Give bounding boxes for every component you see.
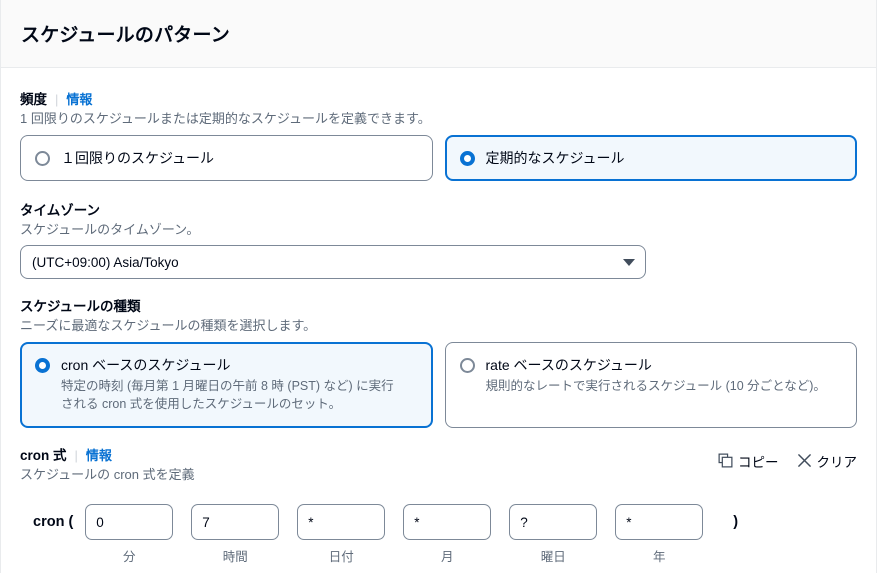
cron-field-year: 年: [615, 504, 704, 565]
cron-input-month[interactable]: [403, 504, 492, 541]
radio-icon-selected: [459, 150, 475, 166]
frequency-label-row: 頻度 | 情報: [20, 88, 857, 108]
cron-sublabel-year: 年: [653, 550, 666, 565]
frequency-info-link[interactable]: 情報: [66, 89, 92, 108]
schedule-type-section: スケジュールの種類 ニーズに最適なスケジュールの種類を選択します。 cron ベ…: [20, 295, 857, 428]
schedule-type-option-rate[interactable]: rate ベースのスケジュール 規則的なレートで実行されるスケジュール (10 …: [444, 341, 857, 428]
schedule-type-option-title: cron ベースのスケジュール: [61, 356, 231, 373]
schedule-type-option-cron[interactable]: cron ベースのスケジュール 特定の時刻 (毎月第 1 月曜日の午前 8 時 …: [20, 341, 433, 428]
frequency-label: 頻度: [20, 92, 47, 107]
cron-field-minute: 分: [85, 504, 174, 565]
copy-button-label: コピー: [738, 454, 779, 470]
cron-sublabel-day-of-week: 曜日: [540, 550, 566, 565]
cron-field-day-of-month: 日付: [297, 504, 386, 565]
close-icon: [797, 453, 812, 468]
cron-sublabel-month: 月: [441, 550, 454, 565]
cron-actions: コピー クリア: [718, 444, 857, 471]
cron-sublabel-minute: 分: [123, 550, 136, 565]
label-separator: |: [55, 92, 59, 107]
cron-field-day-of-week: 曜日: [509, 504, 598, 565]
copy-button[interactable]: コピー: [718, 451, 779, 471]
cron-input-hour[interactable]: [191, 504, 280, 541]
schedule-type-label-row: スケジュールの種類: [20, 295, 857, 315]
cron-header-row: cron 式 | 情報 スケジュールの cron 式を定義 コピー クリア: [20, 444, 857, 491]
cron-label-row: cron 式 | 情報: [20, 444, 195, 464]
frequency-options: １回限りのスケジュール 定期的なスケジュール: [20, 134, 857, 181]
timezone-selected-value: (UTC+09:00) Asia/Tokyo: [32, 254, 179, 270]
schedule-pattern-panel: スケジュールのパターン 頻度 | 情報 1 回限りのスケジュールまたは定期的なス…: [0, 0, 877, 573]
schedule-type-label: スケジュールの種類: [20, 299, 141, 315]
cron-fields-row: cron ( 分 時間 日付 月: [20, 504, 857, 565]
cron-expression-section: cron 式 | 情報 スケジュールの cron 式を定義 コピー クリア cr…: [20, 444, 857, 566]
timezone-label: タイムゾーン: [20, 202, 101, 218]
clear-button-label: クリア: [816, 454, 858, 470]
cron-input-minute[interactable]: [85, 504, 174, 541]
schedule-type-option-title: rate ベースのスケジュール: [485, 356, 652, 373]
cron-description: スケジュールの cron 式を定義: [20, 466, 195, 482]
cron-label: cron 式: [20, 447, 67, 463]
frequency-description: 1 回限りのスケジュールまたは定期的なスケジュールを定義できます。: [20, 111, 431, 126]
frequency-option-label: １回限りのスケジュール: [61, 149, 215, 166]
schedule-type-option-description: 規則的なレートで実行されるスケジュール (10 分ごとなど)。: [485, 379, 826, 394]
radio-icon-selected: [35, 357, 50, 373]
schedule-type-option-description: 特定の時刻 (毎月第 1 月曜日の午前 8 時 (PST) など) に実行される…: [61, 379, 394, 412]
timezone-label-row: タイムゾーン: [20, 199, 857, 219]
label-separator: |: [74, 447, 78, 463]
frequency-option-one-time[interactable]: １回限りのスケジュール: [20, 134, 433, 181]
panel-header: スケジュールのパターン: [1, 0, 876, 68]
schedule-type-options: cron ベースのスケジュール 特定の時刻 (毎月第 1 月曜日の午前 8 時 …: [20, 341, 857, 428]
frequency-option-recurring[interactable]: 定期的なスケジュール: [444, 134, 857, 181]
copy-icon: [718, 453, 733, 468]
schedule-type-description: ニーズに最適なスケジュールの種類を選択します。: [20, 318, 317, 334]
cron-prefix: cron (: [33, 514, 74, 531]
radio-icon: [35, 150, 50, 166]
clear-button[interactable]: クリア: [797, 451, 858, 471]
frequency-option-label: 定期的なスケジュール: [485, 149, 625, 166]
radio-icon: [459, 357, 475, 373]
panel-body: 頻度 | 情報 1 回限りのスケジュールまたは定期的なスケジュールを定義できます…: [1, 68, 876, 565]
cron-input-day-of-week[interactable]: [509, 504, 598, 541]
cron-sublabel-day-of-month: 日付: [328, 550, 354, 565]
cron-input-year[interactable]: [615, 504, 704, 541]
cron-field-month: 月: [403, 504, 492, 565]
timezone-section: タイムゾーン スケジュールのタイムゾーン。 (UTC+09:00) Asia/T…: [20, 199, 857, 280]
cron-suffix: ): [733, 514, 739, 531]
page-title: スケジュールのパターン: [21, 25, 230, 46]
timezone-select[interactable]: (UTC+09:00) Asia/Tokyo: [20, 245, 646, 280]
cron-input-day-of-month[interactable]: [297, 504, 386, 541]
cron-sublabel-hour: 時間: [222, 550, 248, 565]
frequency-section: 頻度 | 情報 1 回限りのスケジュールまたは定期的なスケジュールを定義できます…: [20, 88, 857, 181]
cron-field-hour: 時間: [191, 504, 280, 565]
timezone-description: スケジュールのタイムゾーン。: [20, 221, 200, 237]
chevron-down-icon: [623, 258, 635, 266]
cron-info-link[interactable]: 情報: [86, 445, 112, 464]
